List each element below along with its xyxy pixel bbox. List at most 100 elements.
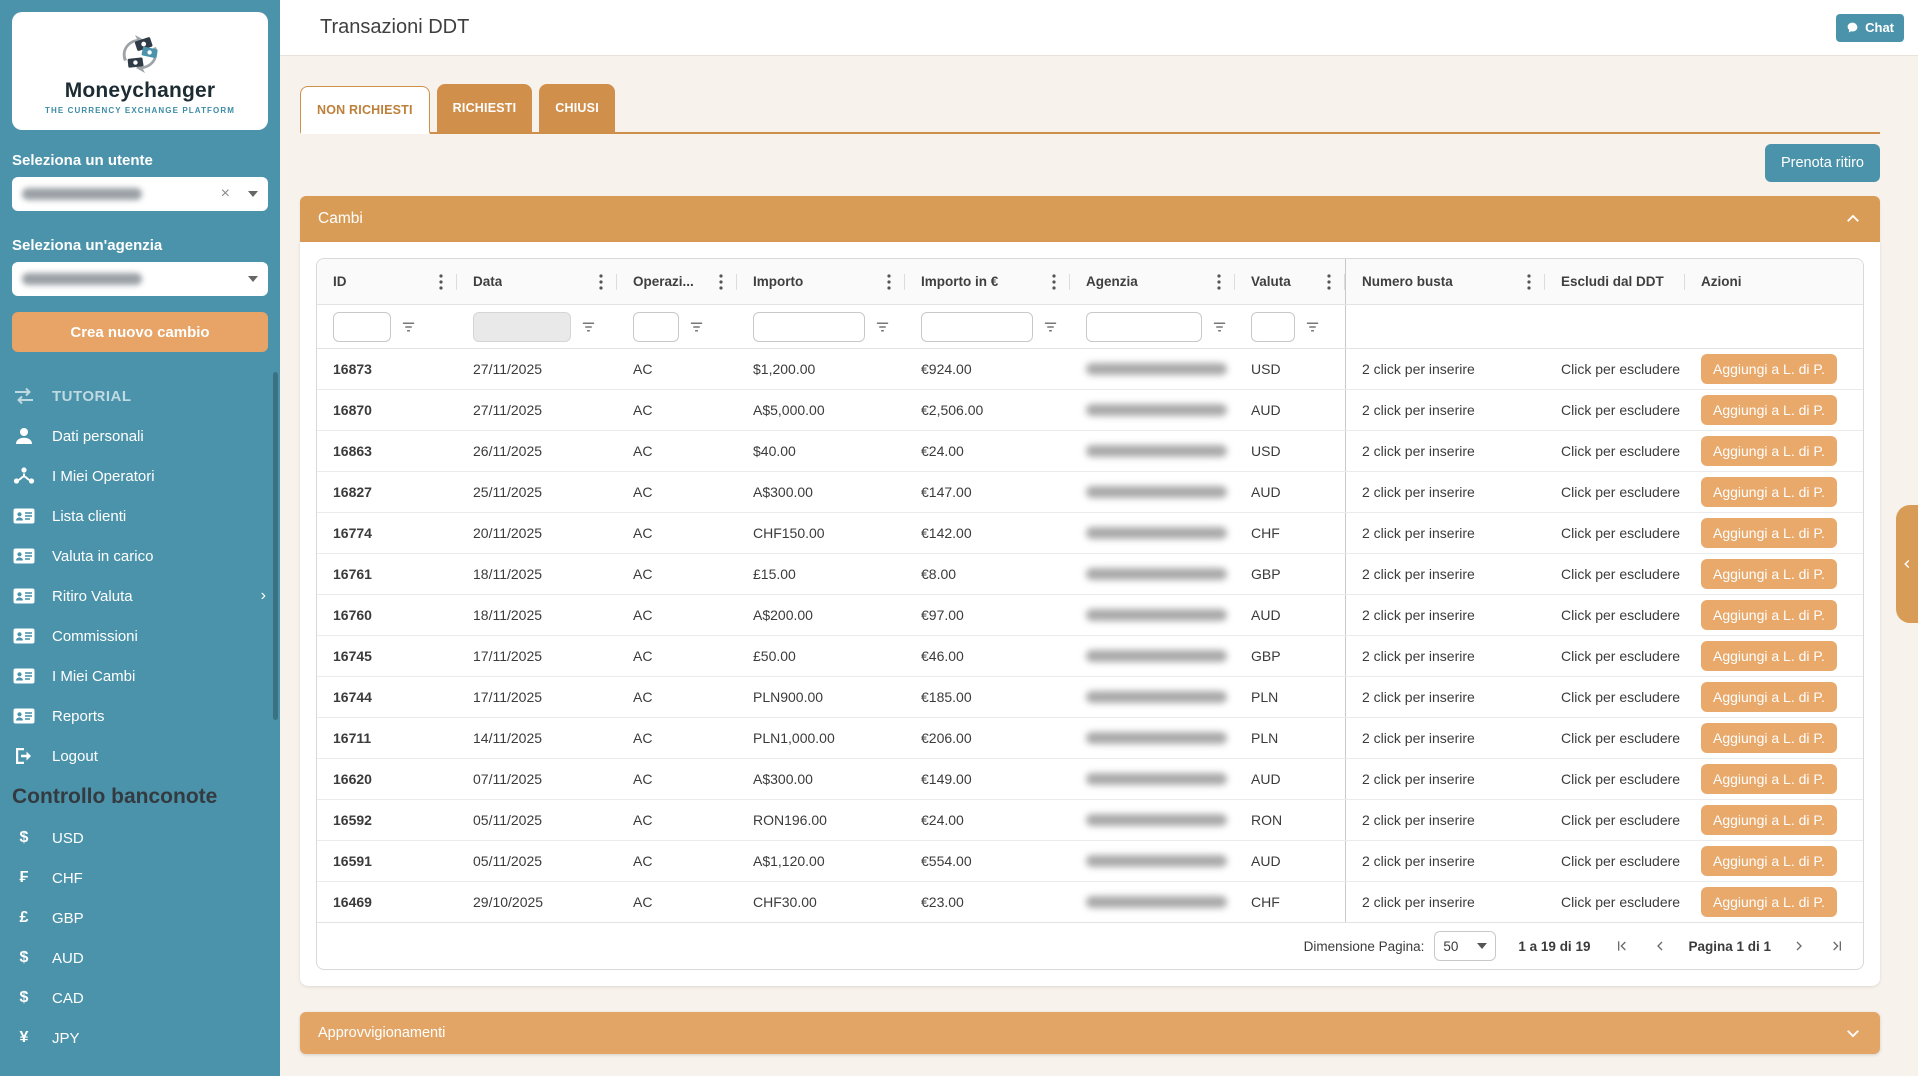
cell-numero-busta[interactable]: 2 click per inserire [1345,800,1545,840]
cell-numero-busta[interactable]: 2 click per inserire [1345,595,1545,635]
approvvigionamenti-section-header[interactable]: Approvvigionamenti [300,1012,1880,1054]
column-header-azioni[interactable]: Azioni [1685,259,1863,304]
first-page-button[interactable] [1612,936,1632,956]
add-to-pickup-list-button[interactable]: Aggiungi a L. di P. [1701,723,1837,753]
sidebar-item-tutorial[interactable]: TUTORIAL [0,376,280,416]
sidebar-item-i-miei-cambi[interactable]: I Miei Cambi [0,656,280,696]
column-header-id[interactable]: ID [317,259,457,304]
cell-numero-busta[interactable]: 2 click per inserire [1345,677,1545,717]
column-header-valuta[interactable]: Valuta [1235,259,1345,304]
currency-item[interactable]: ₣ CHF [0,858,280,898]
add-to-pickup-list-button[interactable]: Aggiungi a L. di P. [1701,354,1837,384]
tab-chiusi[interactable]: CHIUSI [539,84,615,132]
last-page-button[interactable] [1827,936,1847,956]
tab-richiesti[interactable]: RICHIESTI [437,84,533,132]
add-to-pickup-list-button[interactable]: Aggiungi a L. di P. [1701,395,1837,425]
column-menu-icon[interactable] [1527,274,1531,290]
add-to-pickup-list-button[interactable]: Aggiungi a L. di P. [1701,682,1837,712]
add-to-pickup-list-button[interactable]: Aggiungi a L. di P. [1701,518,1837,548]
cell-escludi[interactable]: Click per escludere [1545,841,1685,881]
cell-escludi[interactable]: Click per escludere [1545,677,1685,717]
filter-input-id[interactable] [333,312,391,342]
book-pickup-button[interactable]: Prenota ritiro [1765,144,1880,182]
cell-escludi[interactable]: Click per escludere [1545,554,1685,594]
filter-icon[interactable] [1305,320,1320,334]
cell-escludi[interactable]: Click per escludere [1545,636,1685,676]
filter-icon[interactable] [401,320,416,334]
cell-escludi[interactable]: Click per escludere [1545,513,1685,553]
add-to-pickup-list-button[interactable]: Aggiungi a L. di P. [1701,764,1837,794]
cell-escludi[interactable]: Click per escludere [1545,349,1685,389]
column-menu-icon[interactable] [1217,274,1221,290]
column-header-data[interactable]: Data [457,259,617,304]
side-drawer-handle[interactable] [1896,505,1918,623]
sidebar-item-logout[interactable]: Logout [0,736,280,776]
cell-escludi[interactable]: Click per escludere [1545,718,1685,758]
sidebar-item-dati-personali[interactable]: Dati personali [0,416,280,456]
column-menu-icon[interactable] [439,274,443,290]
sidebar-item-reports[interactable]: Reports [0,696,280,736]
next-page-button[interactable] [1789,936,1809,956]
chevron-down-icon[interactable] [248,276,258,282]
tab-non-richiesti[interactable]: NON RICHIESTI [300,86,430,134]
cell-numero-busta[interactable]: 2 click per inserire [1345,841,1545,881]
cell-numero-busta[interactable]: 2 click per inserire [1345,554,1545,594]
cell-numero-busta[interactable]: 2 click per inserire [1345,513,1545,553]
cell-escludi[interactable]: Click per escludere [1545,882,1685,922]
column-menu-icon[interactable] [1052,274,1056,290]
add-to-pickup-list-button[interactable]: Aggiungi a L. di P. [1701,559,1837,589]
add-to-pickup-list-button[interactable]: Aggiungi a L. di P. [1701,805,1837,835]
add-to-pickup-list-button[interactable]: Aggiungi a L. di P. [1701,887,1837,917]
chevron-up-icon[interactable] [1844,210,1862,228]
cell-numero-busta[interactable]: 2 click per inserire [1345,390,1545,430]
cell-numero-busta[interactable]: 2 click per inserire [1345,431,1545,471]
filter-input-importo-eur[interactable] [921,312,1033,342]
column-header-importo-eur[interactable]: Importo in € [905,259,1070,304]
cell-escludi[interactable]: Click per escludere [1545,595,1685,635]
user-select[interactable]: × [12,177,268,211]
column-header-escludi[interactable]: Escludi dal DDT [1545,259,1685,304]
cell-numero-busta[interactable]: 2 click per inserire [1345,718,1545,758]
filter-input-importo[interactable] [753,312,865,342]
column-header-importo[interactable]: Importo [737,259,905,304]
new-exchange-button[interactable]: Crea nuovo cambio [12,312,268,352]
currency-item[interactable]: $ CAD [0,978,280,1018]
add-to-pickup-list-button[interactable]: Aggiungi a L. di P. [1701,436,1837,466]
column-menu-icon[interactable] [719,274,723,290]
column-header-numero-busta[interactable]: Numero busta [1345,259,1545,304]
currency-item[interactable]: $ USD [0,818,280,858]
cell-numero-busta[interactable]: 2 click per inserire [1345,472,1545,512]
add-to-pickup-list-button[interactable]: Aggiungi a L. di P. [1701,600,1837,630]
chat-button[interactable]: Chat [1836,14,1904,42]
filter-input-agenzia[interactable] [1086,312,1202,342]
filter-icon[interactable] [875,320,890,334]
sidebar-item-ritiro-valuta[interactable]: Ritiro Valuta › [0,576,280,616]
cell-numero-busta[interactable]: 2 click per inserire [1345,882,1545,922]
page-size-select[interactable]: 50 [1434,931,1496,961]
cell-escludi[interactable]: Click per escludere [1545,431,1685,471]
cell-escludi[interactable]: Click per escludere [1545,390,1685,430]
cell-escludi[interactable]: Click per escludere [1545,472,1685,512]
currency-item[interactable]: $ AUD [0,938,280,978]
add-to-pickup-list-button[interactable]: Aggiungi a L. di P. [1701,641,1837,671]
add-to-pickup-list-button[interactable]: Aggiungi a L. di P. [1701,846,1837,876]
filter-icon[interactable] [581,320,596,334]
cell-escludi[interactable]: Click per escludere [1545,759,1685,799]
filter-icon[interactable] [1043,320,1058,334]
column-menu-icon[interactable] [599,274,603,290]
currency-item[interactable]: £ GBP [0,898,280,938]
filter-input-data[interactable] [473,312,571,342]
sidebar-scrollbar[interactable] [273,372,278,720]
sidebar-item-commissioni[interactable]: Commissioni [0,616,280,656]
chevron-down-icon[interactable] [248,191,258,197]
column-header-agenzia[interactable]: Agenzia [1070,259,1235,304]
cell-numero-busta[interactable]: 2 click per inserire [1345,349,1545,389]
column-menu-icon[interactable] [1327,274,1331,290]
cell-numero-busta[interactable]: 2 click per inserire [1345,759,1545,799]
sidebar-item-valuta-in-carico[interactable]: Valuta in carico [0,536,280,576]
cambi-section-header[interactable]: Cambi [300,196,1880,242]
filter-input-operazione[interactable] [633,312,679,342]
sidebar-item-lista-clienti[interactable]: Lista clienti [0,496,280,536]
filter-input-valuta[interactable] [1251,312,1295,342]
clear-icon[interactable]: × [221,186,230,202]
